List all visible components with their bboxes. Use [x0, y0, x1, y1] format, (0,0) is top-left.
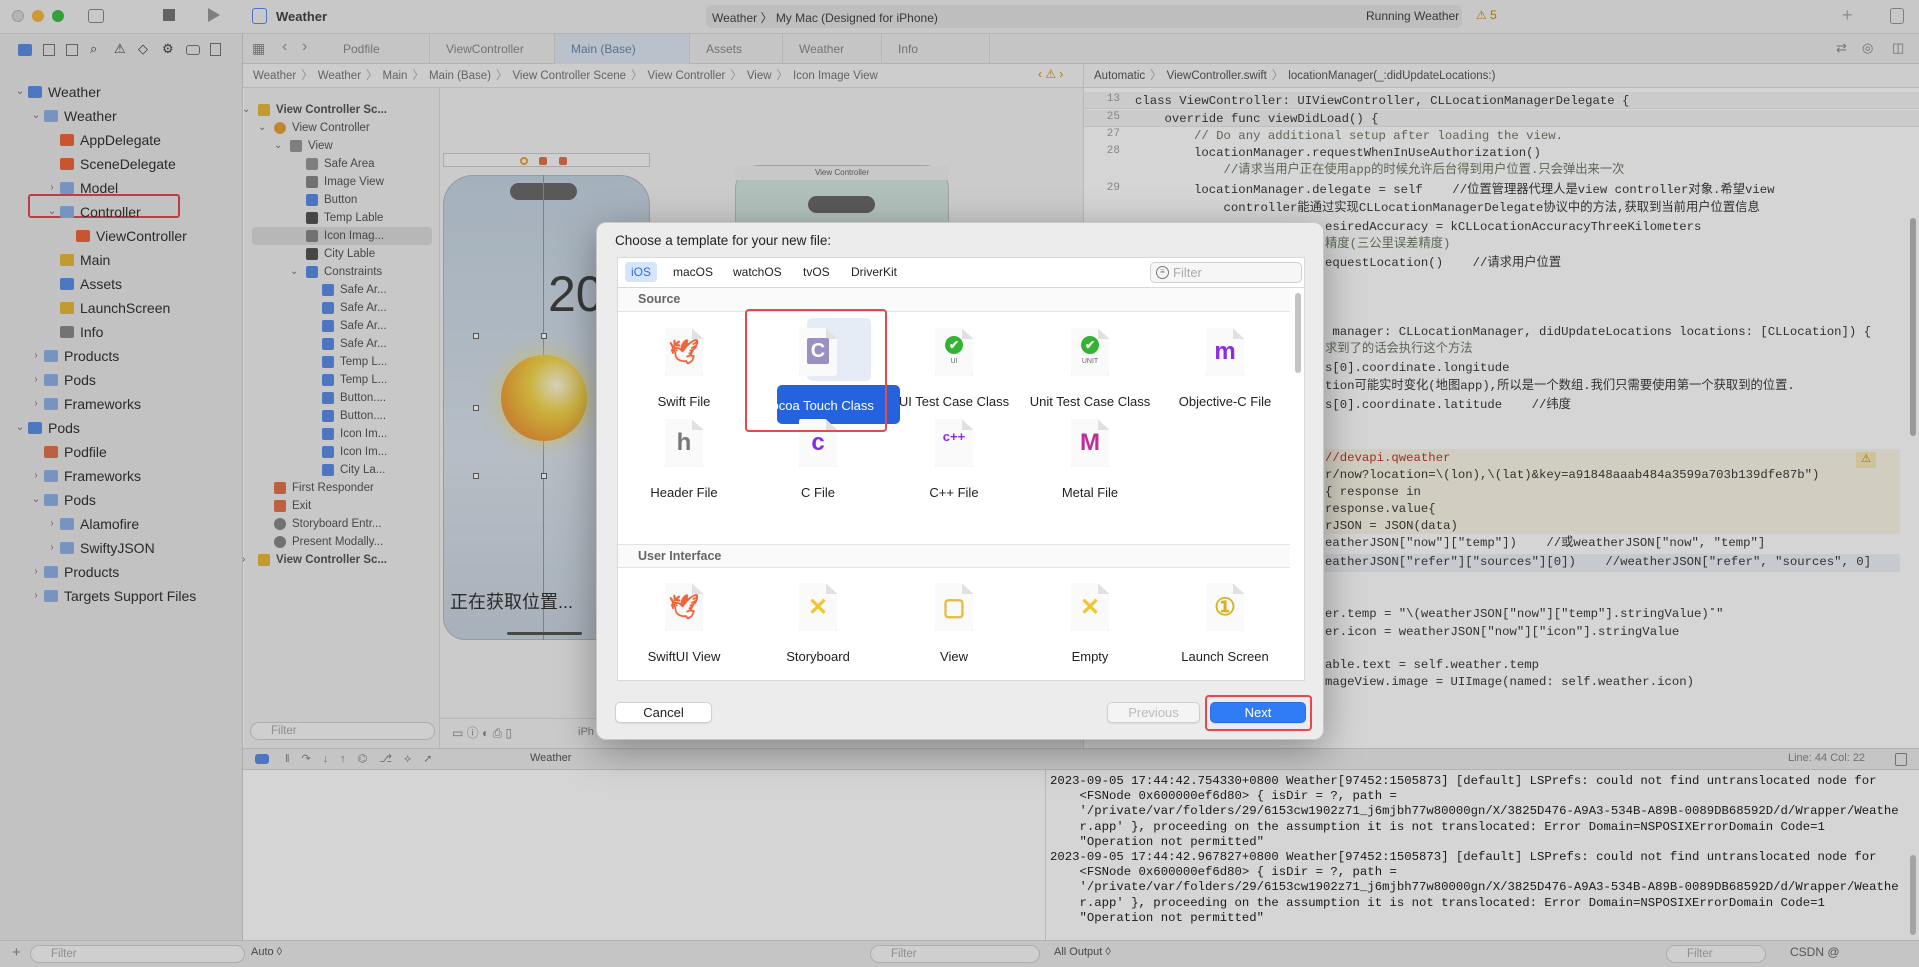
template-label: Storyboard: [786, 649, 850, 664]
storyboard-icon: ✕: [799, 583, 837, 631]
icon-glyph: ✔: [1081, 336, 1099, 354]
template-cocoa-touch-class[interactable]: C Cocoa Touch Class: [753, 328, 883, 414]
metal-icon: M: [1071, 419, 1109, 467]
dialog-title: Choose a template for your new file:: [615, 233, 832, 248]
cpp-file-icon: c++: [935, 419, 973, 467]
swift-icon: 🕊: [665, 328, 703, 376]
icon-glyph: 🕊: [668, 594, 700, 621]
template-label: Objective-C File: [1178, 394, 1272, 409]
template-metal-file[interactable]: M Metal File: [1025, 419, 1155, 501]
template-swiftui-view[interactable]: 🕊 SwiftUI View: [619, 583, 749, 665]
icon-glyph: m: [1214, 338, 1236, 365]
icon-glyph: M: [1080, 429, 1100, 456]
template-header-file[interactable]: h Header File: [619, 419, 749, 501]
icon-glyph: c: [811, 429, 825, 456]
template-empty[interactable]: ✕ Empty: [1025, 583, 1155, 665]
template-storyboard[interactable]: ✕ Storyboard: [753, 583, 883, 665]
template-label: Empty: [1071, 649, 1109, 664]
template-label: C File: [801, 485, 835, 500]
template-label: Unit Test Case Class: [1029, 394, 1151, 409]
template-objective-c-file[interactable]: m Objective-C File: [1160, 328, 1290, 410]
section-header-source: Source: [618, 288, 1290, 312]
platform-tab-macos[interactable]: macOS: [667, 262, 719, 282]
section-header-user-interface: User Interface: [618, 544, 1290, 568]
empty-icon: ✕: [1071, 583, 1109, 631]
icon-glyph: C: [807, 338, 829, 364]
template-view[interactable]: ▢ View: [889, 583, 1019, 665]
icon-glyph: h: [676, 429, 692, 456]
template-label: SwiftUI View: [647, 649, 721, 664]
template-ui-test-case-class[interactable]: ✔ UI UI Test Case Class: [889, 328, 1019, 410]
platform-tab-watchos[interactable]: watchOS: [727, 262, 788, 282]
platform-tab-tvos[interactable]: tvOS: [797, 262, 836, 282]
unit-test-icon: ✔ UNIT: [1071, 328, 1109, 376]
icon-glyph: ✕: [1079, 594, 1101, 621]
view-icon: ▢: [935, 583, 973, 631]
launch-screen-icon: ①: [1206, 583, 1244, 631]
ui-test-icon: ✔ UI: [935, 328, 973, 376]
template-unit-test-case-class[interactable]: ✔ UNIT Unit Test Case Class: [1025, 328, 1155, 410]
icon-glyph: ✕: [807, 594, 829, 621]
doc-fold: [962, 328, 973, 339]
filter-icon: ≡: [1156, 266, 1169, 279]
icon-glyph: ①: [1214, 594, 1236, 621]
previous-button[interactable]: Previous: [1107, 702, 1200, 723]
template-label: Header File: [650, 485, 718, 500]
icon-caption: UI: [950, 358, 958, 365]
template-label: C++ File: [929, 485, 979, 500]
platform-tab-ios[interactable]: iOS: [625, 262, 658, 282]
template-swift-file[interactable]: 🕊 Swift File: [619, 328, 749, 410]
template-c++-file[interactable]: c++ C++ File: [889, 419, 1019, 501]
template-filter-input[interactable]: ≡ Filter: [1150, 262, 1302, 283]
doc-fold: [1098, 328, 1109, 339]
template-launch-screen[interactable]: ① Launch Screen: [1160, 583, 1290, 665]
objc-icon: m: [1206, 328, 1244, 376]
header-icon: h: [665, 419, 703, 467]
cancel-button[interactable]: Cancel: [615, 702, 712, 723]
template-label: Metal File: [1061, 485, 1119, 500]
icon-glyph: ▢: [942, 594, 966, 621]
icon-glyph: 🕊: [668, 339, 700, 366]
icon-glyph: c++: [942, 429, 966, 444]
filter-placeholder: Filter: [1173, 265, 1202, 280]
icon-glyph: ✔: [945, 336, 963, 354]
template-label: UI Test Case Class: [898, 394, 1010, 409]
cocoa-class-icon: C: [799, 328, 837, 376]
next-highlight-box: [1205, 695, 1312, 731]
template-list[interactable]: Source 🕊 Swift File C Cocoa Touch Class ✔ UI UI…: [617, 287, 1305, 681]
template-label: View: [940, 649, 968, 664]
new-file-template-dialog: Choose a template for your new file: iOS…: [596, 222, 1324, 740]
template-list-scrollbar[interactable]: [1295, 293, 1301, 373]
icon-caption: UNIT: [1081, 358, 1099, 365]
template-label: Swift File: [657, 394, 711, 409]
template-label: Launch Screen: [1181, 649, 1269, 664]
template-label: Cocoa Touch Class: [762, 398, 874, 413]
swift-icon: 🕊: [665, 583, 703, 631]
platform-tab-driverkit[interactable]: DriverKit: [845, 262, 903, 282]
